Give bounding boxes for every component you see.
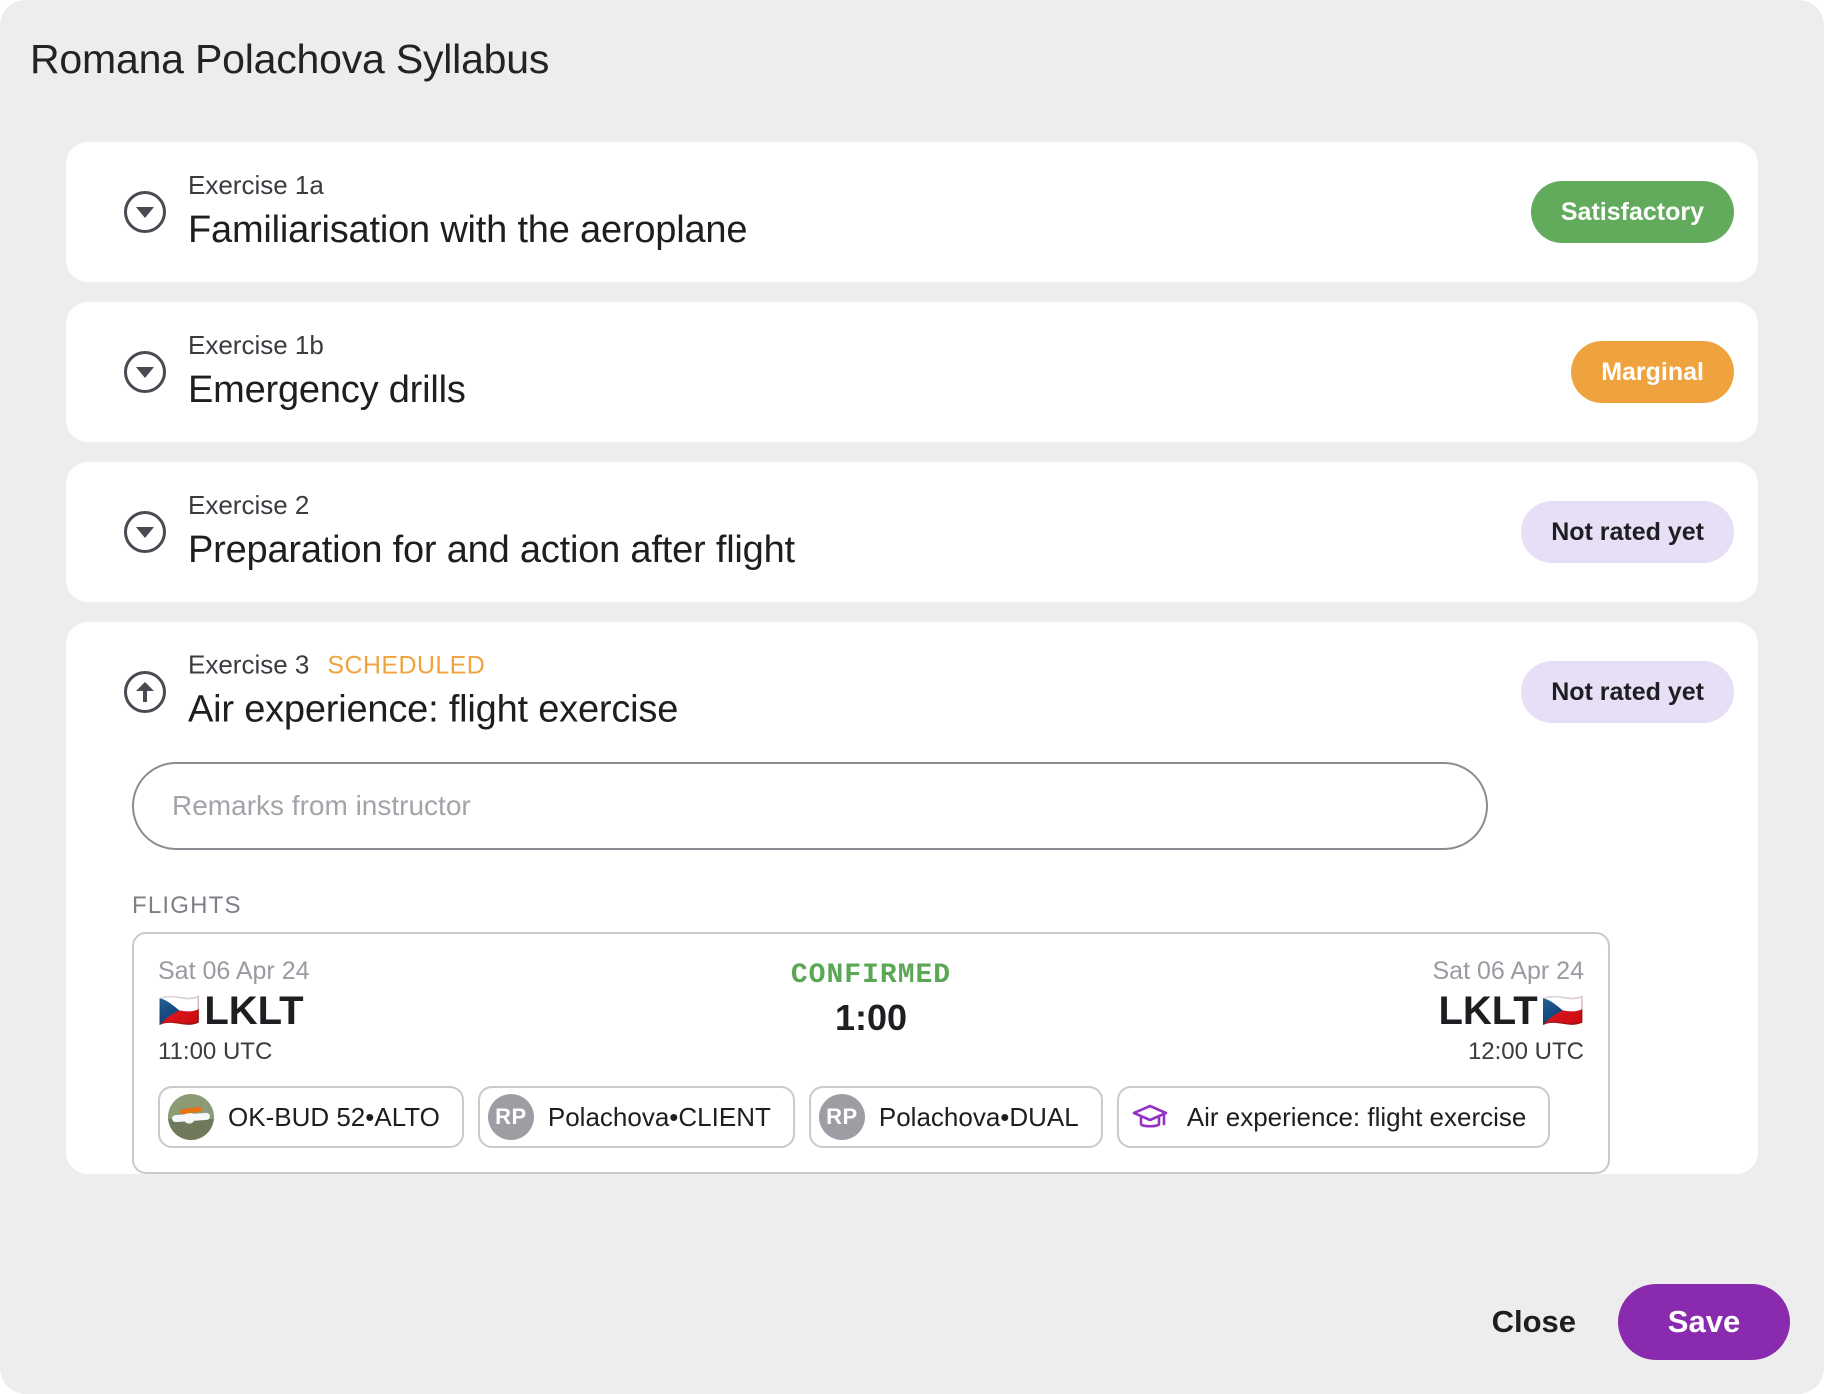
arrival-icao: LKLT <box>1438 989 1538 1033</box>
exercise-text-block: Exercise 2 Preparation for and action aft… <box>188 489 795 575</box>
close-button[interactable]: Close <box>1474 1290 1594 1354</box>
departure-airport: 🇨🇿 LKLT <box>158 988 310 1034</box>
exercise-status-tag: SCHEDULED <box>327 651 486 680</box>
flights-section-label: FLIGHTS <box>132 892 242 919</box>
exercise-title: Preparation for and action after flight <box>188 528 795 571</box>
exercise-list[interactable]: Exercise 1a Familiarisation with the aero… <box>0 142 1824 1243</box>
exercise-card[interactable]: Exercise 3 SCHEDULED Air experience: fligh… <box>66 622 1758 1174</box>
exercise-number-label: Exercise 1a <box>188 170 324 201</box>
exercise-number: Exercise 1b <box>188 329 466 362</box>
remarks-input[interactable] <box>132 762 1488 850</box>
flight-departure: Sat 06 Apr 24 🇨🇿 LKLT 11:00 UTC <box>158 956 310 1066</box>
avatar-initials-icon: RP <box>487 1094 534 1140</box>
flight-chip[interactable]: RP Polachova•CLIENT <box>477 1086 795 1148</box>
exercise-text-block: Exercise 1a Familiarisation with the aero… <box>188 169 747 255</box>
chevron-down-circle-icon[interactable] <box>124 511 166 553</box>
arrival-date: Sat 06 Apr 24 <box>1432 957 1584 985</box>
czech-flag-icon: 🇨🇿 <box>158 992 201 1030</box>
rating-badge[interactable]: Not rated yet <box>1521 501 1734 563</box>
flight-chip-label: Air experience: flight exercise <box>1186 1101 1527 1132</box>
exercise-number: Exercise 2 <box>188 489 795 522</box>
exercise-title: Air experience: flight exercise <box>188 688 679 731</box>
flight-chip-row: OK-BUD 52•ALTO RP Polachova•CLIENT RP Polach… <box>158 1086 1584 1148</box>
aircraft-photo-icon <box>168 1094 214 1140</box>
arrow-up-circle-icon[interactable] <box>124 671 166 713</box>
exercise-text-block: Exercise 3 SCHEDULED Air experience: fligh… <box>188 649 678 736</box>
exercise-card[interactable]: Exercise 1b Emergency drills Marginal <box>66 302 1758 442</box>
dialog-footer: Close Save <box>1474 1284 1790 1360</box>
flight-arrival: Sat 06 Apr 24 LKLT 🇨🇿 12:00 UTC <box>1432 956 1584 1066</box>
graduation-cap-icon <box>1127 1094 1173 1140</box>
exercise-number-label: Exercise 1b <box>188 330 324 361</box>
flight-summary: Sat 06 Apr 24 🇨🇿 LKLT 11:00 UTC CONFIRMED 1:0… <box>158 956 1584 1078</box>
departure-date: Sat 06 Apr 24 <box>158 957 310 985</box>
exercise-header[interactable]: Exercise 2 Preparation for and action aft… <box>66 462 1758 602</box>
syllabus-dialog: Romana Polachova Syllabus Exercise 1a Fam… <box>0 0 1824 1394</box>
avatar-initials-icon: RP <box>818 1094 865 1140</box>
exercise-header[interactable]: Exercise 1a Familiarisation with the aero… <box>66 142 1758 282</box>
flight-chip[interactable]: RP Polachova•DUAL <box>808 1086 1103 1148</box>
departure-time: 11:00 UTC <box>158 1038 273 1065</box>
chevron-down-circle-icon[interactable] <box>124 191 166 233</box>
exercise-number: Exercise 1a <box>188 169 747 202</box>
exercise-text-block: Exercise 1b Emergency drills <box>188 329 466 415</box>
exercise-expanded-body: FLIGHTSSat 06 Apr 24🇨🇿LKLT11:00 UTCCONFI… <box>66 762 1758 1174</box>
flight-chip-label: OK-BUD 52•ALTO <box>228 1101 440 1132</box>
rating-badge[interactable]: Marginal <box>1571 341 1734 403</box>
flight-card[interactable]: Sat 06 Apr 24 🇨🇿 LKLT 11:00 UTC CONFIRMED 1:0… <box>132 932 1610 1174</box>
czech-flag-icon: 🇨🇿 <box>1541 992 1584 1030</box>
flight-chip-label: Polachova•DUAL <box>878 1101 1079 1132</box>
flight-chip[interactable]: Air experience: flight exercise <box>1116 1086 1551 1148</box>
rating-badge[interactable]: Satisfactory <box>1530 181 1734 243</box>
flight-chip-label: Polachova•CLIENT <box>547 1101 771 1132</box>
exercise-header[interactable]: Exercise 3 SCHEDULED Air experience: fligh… <box>66 622 1758 762</box>
arrival-time: 12:00 UTC <box>1467 1038 1584 1065</box>
flight-duration: 1:00 <box>834 997 908 1038</box>
exercise-number-label: Exercise 3 <box>188 649 310 680</box>
flight-chip[interactable]: OK-BUD 52•ALTO <box>158 1086 464 1148</box>
departure-icao: LKLT <box>204 989 304 1033</box>
exercise-card[interactable]: Exercise 1a Familiarisation with the aero… <box>66 142 1758 282</box>
exercise-header[interactable]: Exercise 1b Emergency drills Marginal <box>66 302 1758 442</box>
exercise-title: Emergency drills <box>188 368 466 411</box>
page-title: Romana Polachova Syllabus <box>30 36 550 82</box>
exercise-number-label: Exercise 2 <box>188 490 310 521</box>
flight-status: CONFIRMED <box>790 960 952 991</box>
save-button[interactable]: Save <box>1618 1284 1790 1360</box>
exercise-number: Exercise 3 SCHEDULED <box>188 649 678 682</box>
rating-badge[interactable]: Not rated yet <box>1521 661 1734 723</box>
exercise-card[interactable]: Exercise 2 Preparation for and action aft… <box>66 462 1758 602</box>
exercise-title: Familiarisation with the aeroplane <box>188 208 748 251</box>
flight-status-block: CONFIRMED 1:00 <box>791 960 951 1039</box>
arrival-airport: LKLT 🇨🇿 <box>1432 988 1584 1034</box>
chevron-down-circle-icon[interactable] <box>124 351 166 393</box>
